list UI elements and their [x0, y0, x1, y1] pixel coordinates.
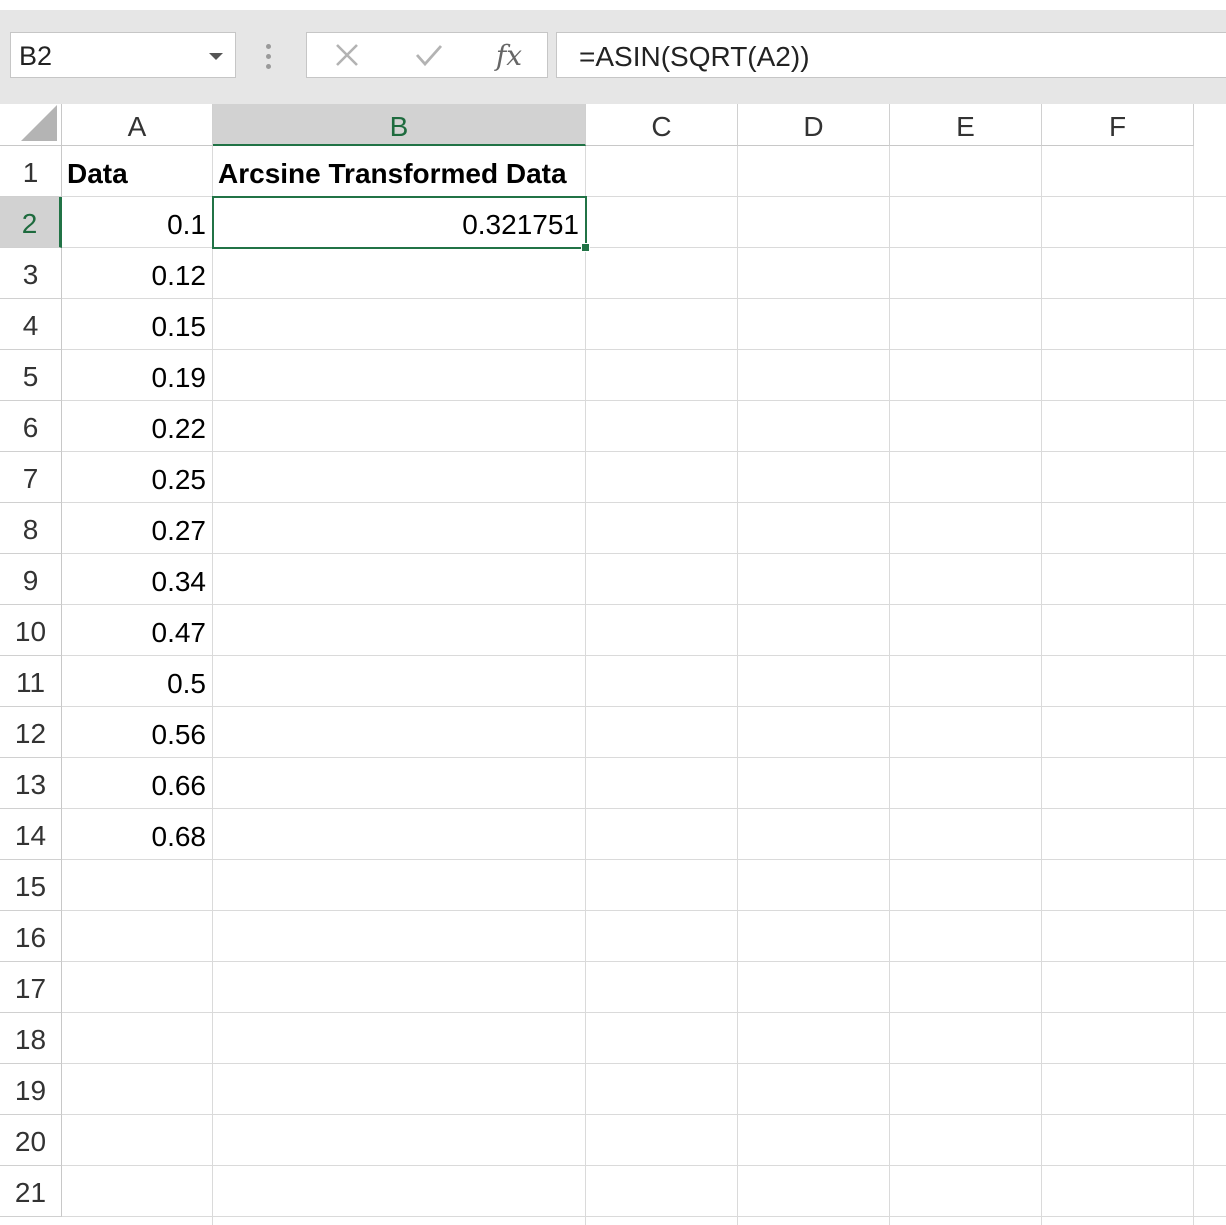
row-header-14[interactable]: 14: [0, 809, 62, 860]
function-icon: fx: [495, 38, 523, 72]
chevron-down-icon[interactable]: [209, 53, 223, 60]
gridline: [62, 604, 1226, 605]
row-header-12[interactable]: 12: [0, 707, 62, 758]
fill-handle[interactable]: [581, 243, 590, 252]
cell-a6[interactable]: 0.22: [62, 401, 212, 451]
gridline: [62, 1165, 1226, 1166]
row-header-20[interactable]: 20: [0, 1115, 62, 1166]
row-header-21[interactable]: 21: [0, 1166, 62, 1217]
cell-a3[interactable]: 0.12: [62, 248, 212, 298]
column-header-b[interactable]: B: [213, 104, 586, 146]
gridline: [1041, 146, 1042, 1225]
select-all-button[interactable]: [0, 104, 62, 146]
cell-a8[interactable]: 0.27: [62, 503, 212, 553]
column-header-a[interactable]: A: [62, 104, 213, 146]
cell-a9[interactable]: 0.34: [62, 554, 212, 604]
cell-b1[interactable]: Arcsine Transformed Data: [213, 146, 585, 196]
insert-function-button[interactable]: fx: [487, 33, 531, 77]
row-header-15[interactable]: 15: [0, 860, 62, 911]
cell-a1[interactable]: Data: [62, 146, 212, 196]
spreadsheet-grid: A B C D E F 1 2 3 4 5 6 7 8 9 10 11 12 13 14 15 16 17 18 1…: [0, 104, 1226, 1225]
gridline: [62, 553, 1226, 554]
row-header-9[interactable]: 9: [0, 554, 62, 605]
cell-b2[interactable]: 0.321751: [213, 197, 585, 247]
formula-text[interactable]: =ASIN(SQRT(A2)): [579, 41, 810, 73]
gridline: [62, 961, 1226, 962]
gridline: [62, 757, 1226, 758]
cell-a13[interactable]: 0.66: [62, 758, 212, 808]
grip-handle-icon[interactable]: [266, 44, 272, 70]
cell-a4[interactable]: 0.15: [62, 299, 212, 349]
row-header-19[interactable]: 19: [0, 1064, 62, 1115]
row-header-16[interactable]: 16: [0, 911, 62, 962]
gridline: [889, 146, 890, 1225]
formula-input[interactable]: =ASIN(SQRT(A2)): [556, 32, 1226, 78]
gridline: [62, 910, 1226, 911]
row-header-5[interactable]: 5: [0, 350, 62, 401]
cell-a7[interactable]: 0.25: [62, 452, 212, 502]
row-header-8[interactable]: 8: [0, 503, 62, 554]
gridline: [62, 298, 1226, 299]
cancel-button[interactable]: [327, 33, 367, 77]
gridline: [62, 451, 1226, 452]
name-box[interactable]: B2: [10, 32, 236, 78]
gridline: [62, 1114, 1226, 1115]
gridline: [1193, 146, 1194, 1225]
cell-a14[interactable]: 0.68: [62, 809, 212, 859]
gridline: [62, 859, 1226, 860]
row-header-3[interactable]: 3: [0, 248, 62, 299]
row-header-6[interactable]: 6: [0, 401, 62, 452]
row-header-18[interactable]: 18: [0, 1013, 62, 1064]
cell-a5[interactable]: 0.19: [62, 350, 212, 400]
column-headers: A B C D E F: [0, 104, 1226, 146]
gridline: [212, 146, 213, 1225]
row-header-10[interactable]: 10: [0, 605, 62, 656]
gridline: [62, 1216, 1226, 1217]
enter-button[interactable]: [407, 33, 451, 77]
checkmark-icon: [415, 45, 443, 67]
gridline: [62, 502, 1226, 503]
row-header-13[interactable]: 13: [0, 758, 62, 809]
cell-a2[interactable]: 0.1: [62, 197, 212, 247]
name-box-value[interactable]: B2: [19, 41, 52, 72]
row-header-1[interactable]: 1: [0, 146, 62, 197]
column-header-f[interactable]: F: [1042, 104, 1194, 146]
column-header-d[interactable]: D: [738, 104, 890, 146]
row-header-7[interactable]: 7: [0, 452, 62, 503]
column-header-e[interactable]: E: [890, 104, 1042, 146]
gridline: [62, 247, 1226, 248]
cell-a12[interactable]: 0.56: [62, 707, 212, 757]
gridline: [62, 349, 1226, 350]
cell-a11[interactable]: 0.5: [62, 656, 212, 706]
row-header-17[interactable]: 17: [0, 962, 62, 1013]
gridline: [62, 808, 1226, 809]
column-header-c[interactable]: C: [586, 104, 738, 146]
gridline: [62, 1012, 1226, 1013]
gridline: [62, 1063, 1226, 1064]
gridline: [585, 146, 586, 1225]
close-icon: [336, 44, 358, 66]
row-header-4[interactable]: 4: [0, 299, 62, 350]
formula-bar: B2 fx =ASIN(SQRT(A2)): [0, 10, 1226, 104]
row-header-2[interactable]: 2: [0, 197, 62, 248]
gridline: [62, 706, 1226, 707]
cell-a10[interactable]: 0.47: [62, 605, 212, 655]
formula-buttons: fx: [306, 32, 548, 78]
gridline: [62, 400, 1226, 401]
gridline: [62, 655, 1226, 656]
gridline: [737, 146, 738, 1225]
row-header-11[interactable]: 11: [0, 656, 62, 707]
